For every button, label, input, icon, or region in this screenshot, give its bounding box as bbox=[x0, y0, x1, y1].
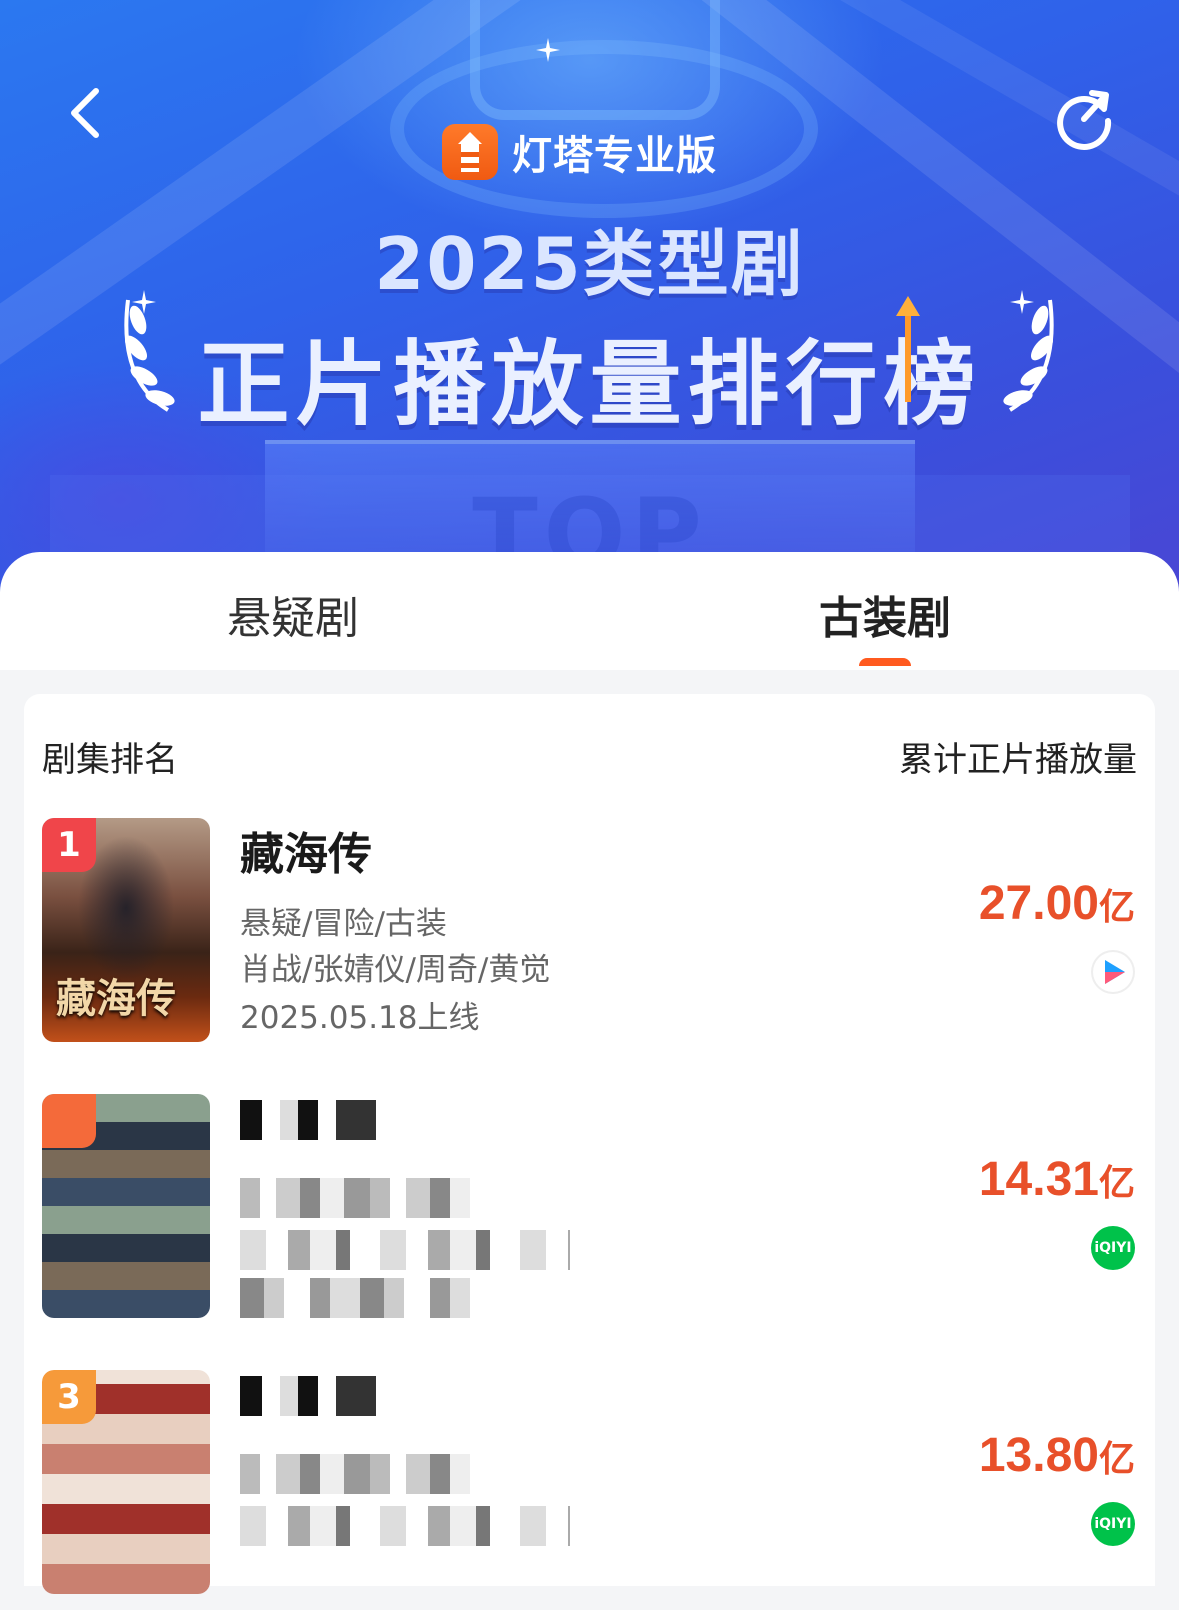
blurred-meta bbox=[240, 1454, 470, 1494]
brand: 灯塔专业版 bbox=[442, 122, 717, 182]
drama-poster: 藏海传 1 bbox=[42, 818, 210, 1042]
drama-title: 藏海传 bbox=[240, 829, 372, 880]
chevron-left-icon bbox=[71, 88, 99, 138]
drama-release-date: 2025.05.18上线 bbox=[240, 1000, 480, 1036]
drama-poster: 3 bbox=[42, 1370, 210, 1594]
blurred-meta bbox=[240, 1278, 470, 1318]
share-refresh-icon bbox=[1057, 90, 1112, 150]
play-count: 13.80亿 bbox=[979, 1428, 1135, 1483]
tab-costume[interactable]: 古装剧 bbox=[735, 582, 1035, 646]
active-tab-indicator bbox=[859, 658, 911, 666]
play-count: 14.31亿 bbox=[979, 1152, 1135, 1207]
play-count: 27.00亿 bbox=[979, 876, 1135, 931]
play-count-unit: 亿 bbox=[1098, 1162, 1135, 1203]
decorative-tv-icon bbox=[470, 0, 720, 120]
drama-poster: 2 bbox=[42, 1094, 210, 1318]
lighthouse-logo-icon bbox=[442, 124, 498, 180]
play-count-number: 27.00 bbox=[978, 877, 1099, 930]
drama-genres: 悬疑/冒险/古装 bbox=[240, 906, 447, 942]
category-tabs: 悬疑剧 古装剧 bbox=[0, 552, 1179, 670]
ranking-list: 剧集排名 累计正片播放量 藏海传 1 藏海传 悬疑/冒险/古装 肖战/张婧仪/周… bbox=[24, 694, 1155, 1594]
tab-suspense[interactable]: 悬疑剧 bbox=[143, 582, 443, 646]
drama-cast: 肖战/张婧仪/周奇/黄觉 bbox=[240, 952, 551, 988]
play-count-number: 14.31 bbox=[978, 1153, 1099, 1206]
play-count-number: 13.80 bbox=[978, 1429, 1099, 1482]
blurred-meta bbox=[240, 1230, 570, 1270]
ranking-item[interactable]: 藏海传 1 藏海传 悬疑/冒险/古装 肖战/张婧仪/周奇/黄觉 2025.05.… bbox=[24, 818, 1155, 1058]
rank-badge: 2 bbox=[42, 1094, 96, 1148]
column-header-rank: 剧集排名 bbox=[42, 740, 178, 780]
blurred-title bbox=[240, 1100, 376, 1140]
back-button[interactable] bbox=[62, 85, 122, 145]
brand-name: 灯塔专业版 bbox=[512, 133, 717, 179]
ranking-item[interactable]: 2 14.31亿 iQIYI bbox=[24, 1094, 1155, 1334]
blurred-meta bbox=[240, 1506, 570, 1546]
play-count-unit: 亿 bbox=[1098, 1438, 1135, 1479]
rank-badge: 1 bbox=[42, 818, 96, 872]
ranking-item[interactable]: 3 13.80亿 iQIYI bbox=[24, 1370, 1155, 1610]
blurred-title bbox=[240, 1376, 376, 1416]
iqiyi-icon: iQIYI bbox=[1091, 1502, 1135, 1546]
rank-badge: 3 bbox=[42, 1370, 96, 1424]
header-banner: TOP 灯塔专业版 2025类型剧 正片播放量排行榜 bbox=[0, 0, 1179, 600]
column-header-views: 累计正片播放量 bbox=[899, 740, 1137, 780]
rising-arrow-icon bbox=[896, 296, 920, 402]
poster-title: 藏海传 bbox=[56, 975, 176, 1022]
banner-title-main: 正片播放量排行榜 bbox=[197, 331, 982, 438]
blurred-meta bbox=[240, 1178, 470, 1218]
share-button[interactable] bbox=[1052, 85, 1118, 151]
sparkle-icon bbox=[536, 38, 560, 62]
youku-icon bbox=[1091, 950, 1135, 994]
iqiyi-icon: iQIYI bbox=[1091, 1226, 1135, 1270]
play-count-unit: 亿 bbox=[1098, 886, 1135, 927]
